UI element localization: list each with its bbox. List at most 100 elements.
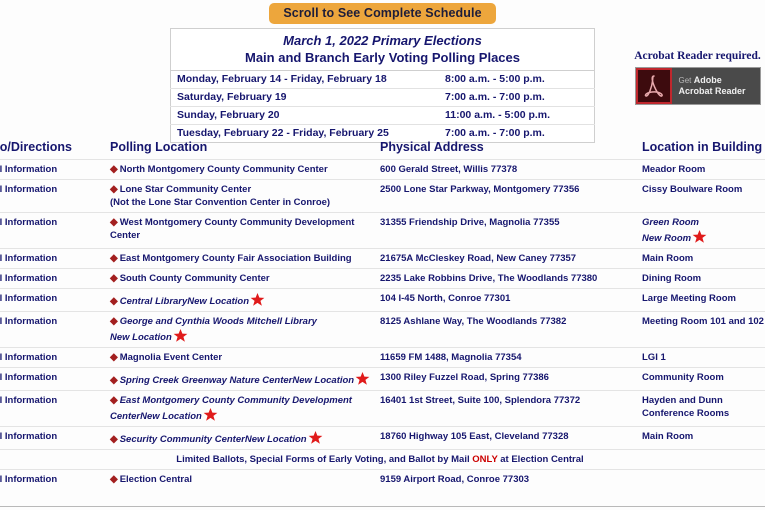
get-all-information-link[interactable]: Get All Information (0, 293, 57, 304)
new-location-label: New Location (110, 332, 172, 343)
polling-location-name[interactable]: Spring Creek Greenway Nature Center (120, 375, 293, 386)
polling-location-cell: ◆ George and Cynthia Woods Mitchell Libra… (110, 311, 380, 348)
photo-directions-cell: Get All Information (0, 426, 110, 450)
location-in-building-cell: Large Meeting Room (642, 288, 765, 312)
table-row: Get All Information ◆Lone Star Community … (0, 179, 765, 213)
physical-address-cell: 16401 1st Street, Suite 100, Splendora 7… (380, 390, 642, 427)
polling-location-cell: ◆ East Montgomery County Community Develo… (110, 390, 380, 427)
limited-ballots-text-before: Limited Ballots, Special Forms of Early … (176, 454, 473, 465)
table-row: Get All Information ◆West Montgomery Coun… (0, 212, 765, 249)
room-name: Community Room (642, 372, 724, 383)
photo-directions-cell: Get All Information (0, 311, 110, 348)
location-in-building-cell: Main Room (642, 248, 765, 269)
physical-address-cell: 2235 Lake Robbins Drive, The Woodlands 7… (380, 268, 642, 289)
polling-location-note: (Not the Lone Star Convention Center in … (110, 197, 331, 208)
get-all-information-link[interactable]: Get All Information (0, 372, 57, 383)
location-in-building-cell: Green Room New Room (642, 212, 765, 249)
scroll-banner-container: Scroll to See Complete Schedule (0, 3, 765, 24)
get-all-information-link[interactable]: Get All Information (0, 184, 57, 195)
table-row: Get All Information ◆Spring Creek Greenwa… (0, 367, 765, 391)
physical-address-cell: 18760 Highway 105 East, Cleveland 77328 (380, 426, 642, 450)
diamond-bullet-icon: ◆ (110, 352, 118, 363)
new-location-star-icon (692, 229, 707, 244)
table-row: Get All Information ◆East Montgomery Coun… (0, 390, 765, 427)
table-header-row: Photo/Directions Polling Location Physic… (0, 138, 765, 160)
badge-product-text: Acrobat Reader (678, 86, 746, 96)
polling-location-name[interactable]: Security Community Center (120, 434, 245, 445)
schedule-row: Saturday, February 19 7:00 a.m. - 7:00 p… (170, 88, 595, 107)
physical-address-cell: 2500 Lone Star Parkway, Montgomery 77356 (380, 179, 642, 213)
polling-location-name[interactable]: Lone Star Community Center (120, 184, 251, 195)
photo-directions-cell: Get All Information (0, 367, 110, 391)
polling-location-cell: ◆ Spring Creek Greenway Nature CenterNew … (110, 367, 380, 391)
photo-directions-cell: Get All Information (0, 212, 110, 249)
location-in-building-cell: LGI 1 (642, 347, 765, 368)
photo-directions-cell: Get All Information (0, 159, 110, 180)
room-name: Green Room (642, 217, 700, 228)
get-all-information-link[interactable]: Get All Information (0, 217, 57, 228)
polling-location-cell: ◆ East Montgomery County Fair Association… (110, 248, 380, 269)
physical-address-cell: 9159 Airport Road, Conroe 77303 (380, 469, 642, 489)
polling-location-name[interactable]: South County Community Center (120, 273, 270, 284)
diamond-bullet-icon: ◆ (110, 434, 118, 445)
schedule-hours: 7:00 a.m. - 7:00 p.m. (439, 88, 595, 107)
acrobat-reader-block: Acrobat Reader required. Get Adobe Acrob… (630, 50, 765, 105)
get-all-information-link[interactable]: Get All Information (0, 273, 57, 284)
polling-location-name[interactable]: Central Library (120, 296, 188, 307)
table-row: Get All Information ◆North Montgomery Cou… (0, 159, 765, 180)
table-row: Get All Information ◆Security Community C… (0, 426, 765, 450)
room-name: Meeting Room 101 and 102 (642, 316, 764, 327)
new-location-label: New Location (244, 434, 307, 445)
polling-location-cell: ◆ Security Community CenterNew Location (110, 426, 380, 450)
location-in-building-cell (642, 469, 765, 489)
get-all-information-link[interactable]: Get All Information (0, 395, 57, 406)
polling-places-page: Scroll to See Complete Schedule March 1,… (0, 0, 765, 510)
polling-places-table: Photo/Directions Polling Location Physic… (0, 138, 765, 489)
photo-directions-cell: Get All Information (0, 390, 110, 427)
new-location-label: New Location (187, 296, 250, 307)
get-all-information-link[interactable]: Get All Information (0, 431, 57, 442)
table-row: Get All Information ◆George and Cynthia W… (0, 311, 765, 348)
diamond-bullet-icon: ◆ (110, 184, 118, 195)
limited-ballots-banner: Limited Ballots, Special Forms of Early … (0, 449, 765, 470)
new-location-star-icon (355, 371, 370, 386)
diamond-bullet-icon: ◆ (110, 164, 118, 175)
get-all-information-link[interactable]: Get All Information (0, 352, 57, 363)
photo-directions-cell: Get All Information (0, 248, 110, 269)
physical-address-cell: 8125 Ashlane Way, The Woodlands 77382 (380, 311, 642, 348)
get-adobe-acrobat-reader-button[interactable]: Get Adobe Acrobat Reader (634, 67, 761, 105)
polling-location-name[interactable]: Magnolia Event Center (120, 352, 222, 363)
polling-location-name[interactable]: West Montgomery County Community Develop… (110, 217, 354, 241)
adobe-acrobat-icon (635, 68, 672, 104)
photo-directions-cell: Get All Information (0, 288, 110, 312)
new-location-star-icon (250, 292, 265, 307)
get-all-information-link[interactable]: Get All Information (0, 253, 57, 264)
polling-location-name[interactable]: George and Cynthia Woods Mitchell Librar… (120, 316, 317, 327)
polling-location-name[interactable]: Election Central (120, 474, 192, 485)
room-name: Main Room (642, 253, 694, 264)
limited-ballots-only-emphasis: ONLY (472, 454, 498, 465)
photo-directions-cell: Get All Information (0, 179, 110, 213)
bottom-divider (0, 506, 765, 507)
table-row: Get All Information ◆Central LibraryNew L… (0, 288, 765, 312)
location-in-building-cell: Community Room (642, 367, 765, 391)
scroll-to-see-schedule-button[interactable]: Scroll to See Complete Schedule (269, 3, 496, 24)
room-name: LGI 1 (642, 352, 666, 363)
photo-directions-cell: Get All Information (0, 347, 110, 368)
table-row: Get All Information ◆South County Communi… (0, 268, 765, 289)
table-body: Get All Information◆North Montgomery Cou… (0, 159, 765, 489)
get-all-information-link[interactable]: Get All Information (0, 316, 57, 327)
column-header-location-in-building: Location in Building (642, 140, 763, 154)
acrobat-badge-label: Get Adobe Acrobat Reader (672, 68, 760, 104)
polling-location-cell: ◆ Central LibraryNew Location (110, 288, 380, 312)
room-name-extra: New Room (642, 229, 765, 245)
get-all-information-link[interactable]: Get All Information (0, 474, 57, 485)
diamond-bullet-icon: ◆ (110, 375, 118, 386)
polling-location-name[interactable]: East Montgomery County Fair Association … (120, 253, 352, 264)
polling-location-name[interactable]: North Montgomery County Community Center (120, 164, 328, 175)
schedule-title-line1: March 1, 2022 Primary Elections (283, 33, 482, 48)
get-all-information-link[interactable]: Get All Information (0, 164, 57, 175)
diamond-bullet-icon: ◆ (110, 253, 118, 264)
polling-location-cell: ◆ Election Central (110, 469, 380, 489)
table-row: Get All Information ◆East Montgomery Coun… (0, 248, 765, 269)
